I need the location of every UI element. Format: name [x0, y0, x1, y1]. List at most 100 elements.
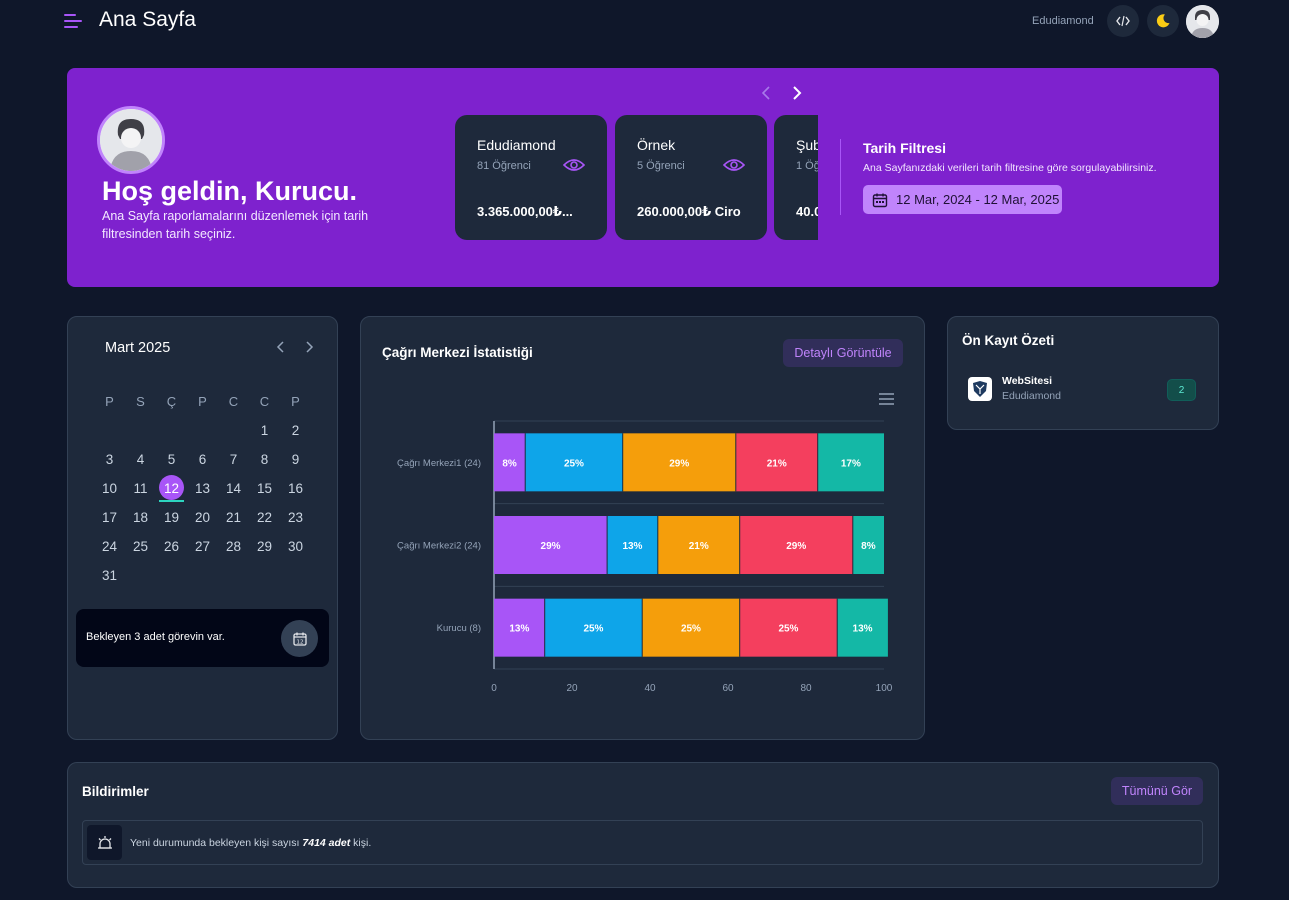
calendar-day[interactable]: 23: [280, 503, 311, 532]
code-icon: [1116, 15, 1130, 27]
chevron-right-icon[interactable]: [786, 83, 806, 103]
calendar-day[interactable]: 26: [156, 532, 187, 561]
welcome-banner: Hoş geldin, Kurucu. Ana Sayfa raporlamal…: [67, 68, 1219, 287]
calendar-day-today[interactable]: 12: [156, 474, 187, 503]
calendar-day[interactable]: 3: [94, 445, 125, 474]
calendar-day[interactable]: 11: [125, 474, 156, 503]
chevron-right-icon[interactable]: [301, 339, 317, 355]
page-title: Ana Sayfa: [99, 8, 196, 31]
theme-toggle-button[interactable]: [1147, 5, 1179, 37]
calendar-day[interactable]: 21: [218, 503, 249, 532]
calendar-day[interactable]: 2: [280, 416, 311, 445]
calendar-day[interactable]: 27: [187, 532, 218, 561]
calendar-day[interactable]: 28: [218, 532, 249, 561]
calendar-day[interactable]: 17: [94, 503, 125, 532]
x-tick-label: 80: [800, 683, 812, 694]
x-tick-label: 100: [876, 683, 893, 694]
calendar-day[interactable]: 13: [187, 474, 218, 503]
data-label: 13%: [853, 624, 873, 635]
notification-text: Yeni durumunda bekleyen kişi sayısı 7414…: [130, 837, 372, 849]
branch-card[interactable]: Örnek 5 Öğrenci 260.000,00₺ Ciro: [615, 115, 767, 240]
notifications-panel: Bildirimler Tümünü Gör Yeni durumunda be…: [67, 762, 1219, 888]
branch-revenue: 260.000,00₺ Ciro: [637, 204, 741, 219]
data-label: 8%: [861, 541, 876, 552]
calendar-day[interactable]: 16: [280, 474, 311, 503]
calendar-day[interactable]: 25: [125, 532, 156, 561]
website-logo-icon: [968, 377, 992, 401]
calendar-day[interactable]: 1: [249, 416, 280, 445]
pre-registration-title: Ön Kayıt Özeti: [962, 333, 1055, 348]
user-name: Edudiamond: [1032, 15, 1094, 27]
calendar-day[interactable]: 5: [156, 445, 187, 474]
pending-tasks-text: Bekleyen 3 adet görevin var.: [86, 631, 225, 643]
list-item[interactable]: WebSitesi Edudiamond 2: [958, 369, 1198, 409]
svg-text:12: 12: [296, 639, 303, 645]
top-bar: Ana Sayfa Edudiamond: [0, 0, 1289, 44]
data-label: 25%: [778, 624, 798, 635]
eye-icon[interactable]: [563, 157, 585, 173]
weekday-label: P: [291, 394, 300, 409]
count-badge: 2: [1167, 379, 1196, 401]
data-label: 21%: [767, 458, 787, 469]
category-label: Çağrı Merkezi1 (24): [397, 458, 481, 469]
avatar: [97, 106, 165, 174]
calendar-month: Mart 2025: [105, 340, 171, 356]
date-range-picker[interactable]: 12 Mar, 2024 - 12 Mar, 2025: [863, 185, 1062, 214]
branch-name: Edudiamond: [477, 137, 556, 153]
data-label: 25%: [681, 624, 701, 635]
branch-revenue: 3.365.000,00₺...: [477, 204, 573, 219]
calendar-day[interactable]: 15: [249, 474, 280, 503]
calendar-day[interactable]: 4: [125, 445, 156, 474]
source-branch: Edudiamond: [1002, 390, 1061, 402]
welcome-title: Hoş geldin, Kurucu.: [102, 176, 358, 206]
branch-student-count: 1 Öğrenci: [796, 160, 818, 172]
data-label: 17%: [841, 458, 861, 469]
calendar-day[interactable]: 18: [125, 503, 156, 532]
welcome-subtitle: Ana Sayfa raporlamalarını düzenlemek içi…: [102, 209, 369, 241]
calendar-day[interactable]: 7: [218, 445, 249, 474]
see-all-button[interactable]: Tümünü Gör: [1111, 777, 1203, 805]
chevron-left-icon[interactable]: [273, 339, 289, 355]
data-label: 25%: [564, 458, 584, 469]
notification-item[interactable]: Yeni durumunda bekleyen kişi sayısı 7414…: [82, 820, 1203, 865]
user-avatar-icon: [1186, 5, 1219, 38]
calendar-day[interactable]: 14: [218, 474, 249, 503]
calendar-day[interactable]: 19: [156, 503, 187, 532]
data-label: 29%: [541, 541, 561, 552]
calendar-day[interactable]: 20: [187, 503, 218, 532]
data-label: 13%: [622, 541, 642, 552]
eye-icon[interactable]: [723, 157, 745, 173]
calendar-day[interactable]: 10: [94, 474, 125, 503]
date-filter-description: Ana Sayfanızdaki verileri tarih filtresi…: [863, 162, 1157, 174]
calendar-day[interactable]: 8: [249, 445, 280, 474]
branch-card[interactable]: Şube 1 Öğrenci 40.000,00₺ Ciro: [774, 115, 818, 240]
calendar-day[interactable]: 22: [249, 503, 280, 532]
calendar-day[interactable]: 6: [187, 445, 218, 474]
branch-carousel: Edudiamond 81 Öğrenci 3.365.000,00₺... Ö…: [455, 115, 818, 241]
divider: [840, 139, 841, 215]
data-label: 21%: [689, 541, 709, 552]
pre-registration-panel: Ön Kayıt Özeti WebSitesi Edudiamond 2: [947, 316, 1219, 430]
category-label: Çağrı Merkezi2 (24): [397, 541, 481, 552]
branch-revenue: 40.000,00₺ Ciro: [796, 204, 818, 219]
x-tick-label: 60: [722, 683, 734, 694]
x-tick-label: 40: [644, 683, 656, 694]
date-range-value: 12 Mar, 2024 - 12 Mar, 2025: [896, 192, 1060, 207]
avatar[interactable]: [1186, 5, 1219, 38]
calendar-day[interactable]: 9: [280, 445, 311, 474]
calendar-day[interactable]: 29: [249, 532, 280, 561]
menu-icon[interactable]: [64, 12, 84, 30]
branch-name: Örnek: [637, 137, 676, 153]
weekday-label: Ç: [166, 394, 177, 409]
calendar-day[interactable]: 30: [280, 532, 311, 561]
branch-card[interactable]: Edudiamond 81 Öğrenci 3.365.000,00₺...: [455, 115, 607, 240]
branch-student-count: 5 Öğrenci: [637, 160, 685, 172]
code-button[interactable]: [1107, 5, 1139, 37]
weekday-label: P: [105, 394, 114, 409]
chevron-left-icon[interactable]: [757, 83, 777, 103]
calendar-day[interactable]: 31: [94, 561, 125, 590]
stacked-bar-chart: Çağrı Merkezi1 (24) 8% 25% 29% 21% 17% Çağrı M…: [397, 420, 893, 694]
source-name: WebSitesi: [1002, 375, 1052, 387]
calendar-day[interactable]: 24: [94, 532, 125, 561]
tasks-button[interactable]: 12: [281, 620, 318, 657]
